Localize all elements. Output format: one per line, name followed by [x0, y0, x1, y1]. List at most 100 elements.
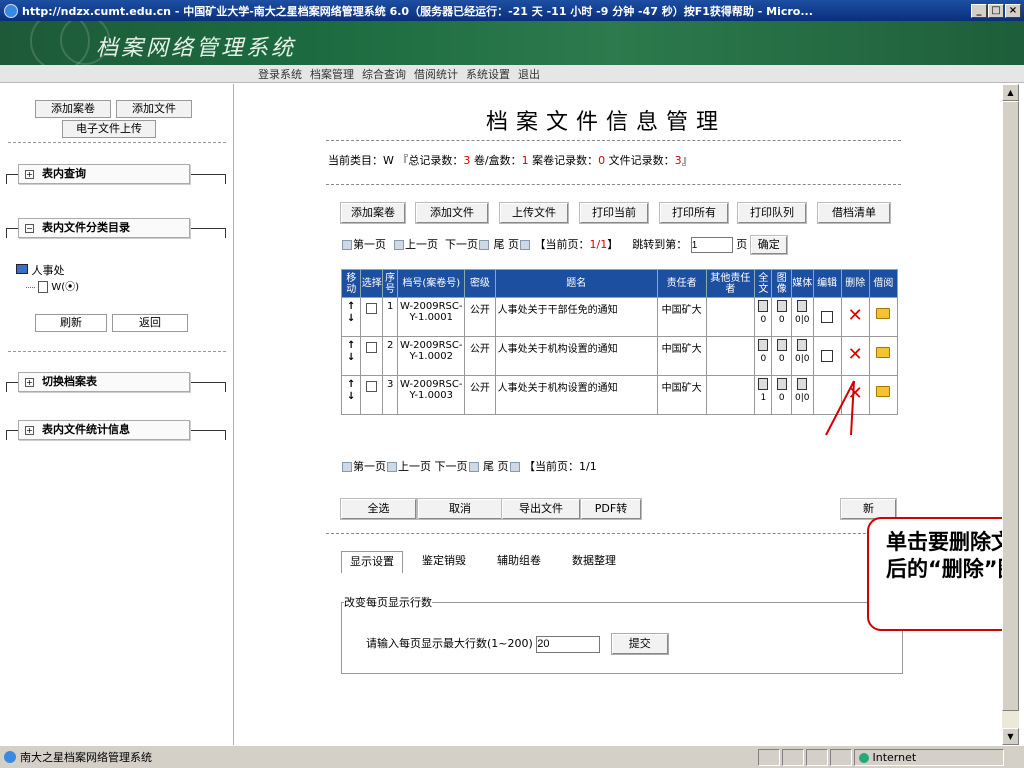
tab-data[interactable]: 数据整理	[559, 551, 629, 573]
divider	[326, 184, 901, 185]
section-query[interactable]: + 表内查询	[6, 164, 226, 186]
upload-file-action[interactable]: 上传文件	[499, 202, 569, 224]
minimize-button[interactable]: _	[971, 3, 987, 18]
refresh-list-button[interactable]: 新	[840, 498, 897, 520]
status-bar: 南大之星档案网络管理系统 Internet	[0, 745, 1024, 768]
row-checkbox[interactable]	[366, 381, 378, 392]
edit-icon[interactable]	[821, 350, 834, 362]
add-volume-action[interactable]: 添加案卷	[340, 202, 406, 224]
pdf-convert-button[interactable]: PDF转	[580, 498, 642, 520]
move-down-icon[interactable]: ↓	[347, 391, 356, 403]
scroll-up-icon[interactable]: ▲	[1002, 84, 1019, 101]
add-file-button[interactable]: 添加文件	[116, 100, 192, 118]
edit-icon[interactable]	[821, 311, 834, 323]
fulltext-icon[interactable]	[758, 339, 769, 351]
menu-archive[interactable]: 档案管理	[310, 66, 354, 82]
computer-icon	[16, 264, 28, 274]
section-catalog[interactable]: − 表内文件分类目录	[6, 218, 226, 240]
menu-settings[interactable]: 系统设置	[466, 66, 510, 82]
prev-page-icon	[387, 462, 397, 472]
delete-icon[interactable]: ✕	[848, 305, 863, 326]
cancel-button[interactable]: 取消	[417, 498, 503, 520]
image-icon[interactable]	[776, 300, 787, 312]
row-title[interactable]: 人事处关于干部任免的通知	[494, 297, 658, 337]
menu-exit[interactable]: 退出	[518, 66, 540, 82]
prev-page-icon	[394, 240, 404, 250]
last-page-icon	[509, 462, 520, 472]
close-button[interactable]: ×	[1005, 3, 1021, 18]
back-button[interactable]: 返回	[112, 314, 188, 332]
submit-button[interactable]: 提交	[610, 633, 669, 655]
upload-file-button[interactable]: 电子文件上传	[62, 120, 156, 138]
borrow-list-action[interactable]: 借档清单	[817, 202, 891, 224]
tab-appraisal[interactable]: 鉴定销毁	[409, 551, 479, 573]
fulltext-icon[interactable]	[758, 300, 769, 312]
scroll-thumb[interactable]	[1002, 101, 1019, 711]
tab-assist[interactable]: 辅助组卷	[484, 551, 554, 573]
print-all-action[interactable]: 打印所有	[659, 202, 729, 224]
prev-page-link[interactable]: 上一页	[405, 238, 438, 251]
next-page-link[interactable]: 下一页	[435, 460, 468, 473]
rows-per-page-input[interactable]	[536, 635, 601, 653]
last-page-link[interactable]: 尾 页	[494, 238, 520, 251]
image-icon[interactable]	[776, 378, 787, 390]
image-icon[interactable]	[776, 339, 787, 351]
tree-child[interactable]: W(⦿)	[26, 278, 79, 293]
borrow-icon[interactable]	[876, 308, 891, 319]
delete-icon[interactable]: ✕	[848, 344, 863, 365]
refresh-button[interactable]: 刷新	[35, 314, 107, 332]
expand-icon: +	[25, 425, 34, 435]
callout-pointer	[825, 380, 855, 436]
rows-setting-legend: 改变每页显示行数	[344, 596, 432, 609]
scroll-down-icon[interactable]: ▼	[1002, 728, 1019, 745]
last-page-link[interactable]: 尾 页	[483, 460, 509, 473]
tree-root[interactable]: 人事处	[16, 262, 65, 278]
move-down-icon[interactable]: ↓	[347, 313, 356, 325]
move-up-icon[interactable]: ↑	[347, 379, 356, 391]
settings-tabs: 显示设置 鉴定销毁 辅助组卷 数据整理	[341, 551, 661, 573]
menu-borrow-stats[interactable]: 借阅统计	[414, 66, 458, 82]
jump-confirm-button[interactable]: 确定	[749, 235, 788, 255]
borrow-icon[interactable]	[876, 347, 891, 358]
maximize-button[interactable]: □	[988, 3, 1004, 18]
table-row: ↑ ↓ 1 W-2009RSC-Y-1.0001 公开 人事处关于干部任免的通知 …	[340, 297, 899, 337]
export-file-button[interactable]: 导出文件	[501, 498, 581, 520]
add-file-action[interactable]: 添加文件	[415, 202, 489, 224]
tab-display[interactable]: 显示设置	[341, 551, 403, 573]
vertical-scrollbar[interactable]: ▲ ▼	[1002, 84, 1019, 745]
first-page-link[interactable]: 第一页	[353, 238, 386, 251]
row-checkbox[interactable]	[366, 303, 378, 314]
divider	[326, 140, 901, 141]
col-borrow: 借阅	[868, 269, 899, 298]
media-icon[interactable]	[797, 300, 808, 312]
row-checkbox[interactable]	[366, 342, 378, 353]
jump-page-input[interactable]	[690, 237, 733, 253]
row-title[interactable]: 人事处关于机构设置的通知	[494, 336, 658, 376]
section-switch[interactable]: + 切换档案表	[6, 372, 226, 394]
move-up-icon[interactable]: ↑	[347, 301, 356, 313]
menu-login[interactable]: 登录系统	[258, 66, 302, 82]
move-down-icon[interactable]: ↓	[347, 352, 356, 364]
first-page-link[interactable]: 第一页	[353, 460, 386, 473]
media-icon[interactable]	[797, 339, 808, 351]
app-banner: 档案网络管理系统	[0, 21, 1024, 65]
instruction-callout: 单击要删除文件条目后的“删除”图标	[867, 517, 1002, 631]
col-code: 档号(案卷号)	[397, 269, 466, 298]
print-queue-action[interactable]: 打印队列	[737, 202, 807, 224]
print-current-action[interactable]: 打印当前	[579, 202, 649, 224]
divider	[8, 351, 226, 352]
pager-bottom: 第一页 上一页 下一页 尾 页 【当前页：1/1	[341, 458, 597, 474]
section-stats[interactable]: + 表内文件统计信息	[6, 420, 226, 442]
select-all-button[interactable]: 全选	[340, 498, 417, 520]
document-icon	[38, 281, 49, 293]
row-title[interactable]: 人事处关于机构设置的通知	[494, 375, 658, 415]
add-volume-button[interactable]: 添加案卷	[35, 100, 111, 118]
move-up-icon[interactable]: ↑	[347, 340, 356, 352]
table-row: ↑ ↓ 2 W-2009RSC-Y-1.0002 公开 人事处关于机构设置的通知 …	[340, 336, 899, 376]
prev-page-link[interactable]: 上一页	[398, 460, 431, 473]
menu-query[interactable]: 综合查询	[362, 66, 406, 82]
sidebar: 添加案卷 添加文件 电子文件上传 + 表内查询 − 表内文件分类目录 人事处 W(⦿…	[0, 84, 234, 745]
next-page-link[interactable]: 下一页	[445, 238, 478, 251]
fulltext-icon[interactable]	[758, 378, 769, 390]
expand-icon: +	[25, 169, 34, 179]
